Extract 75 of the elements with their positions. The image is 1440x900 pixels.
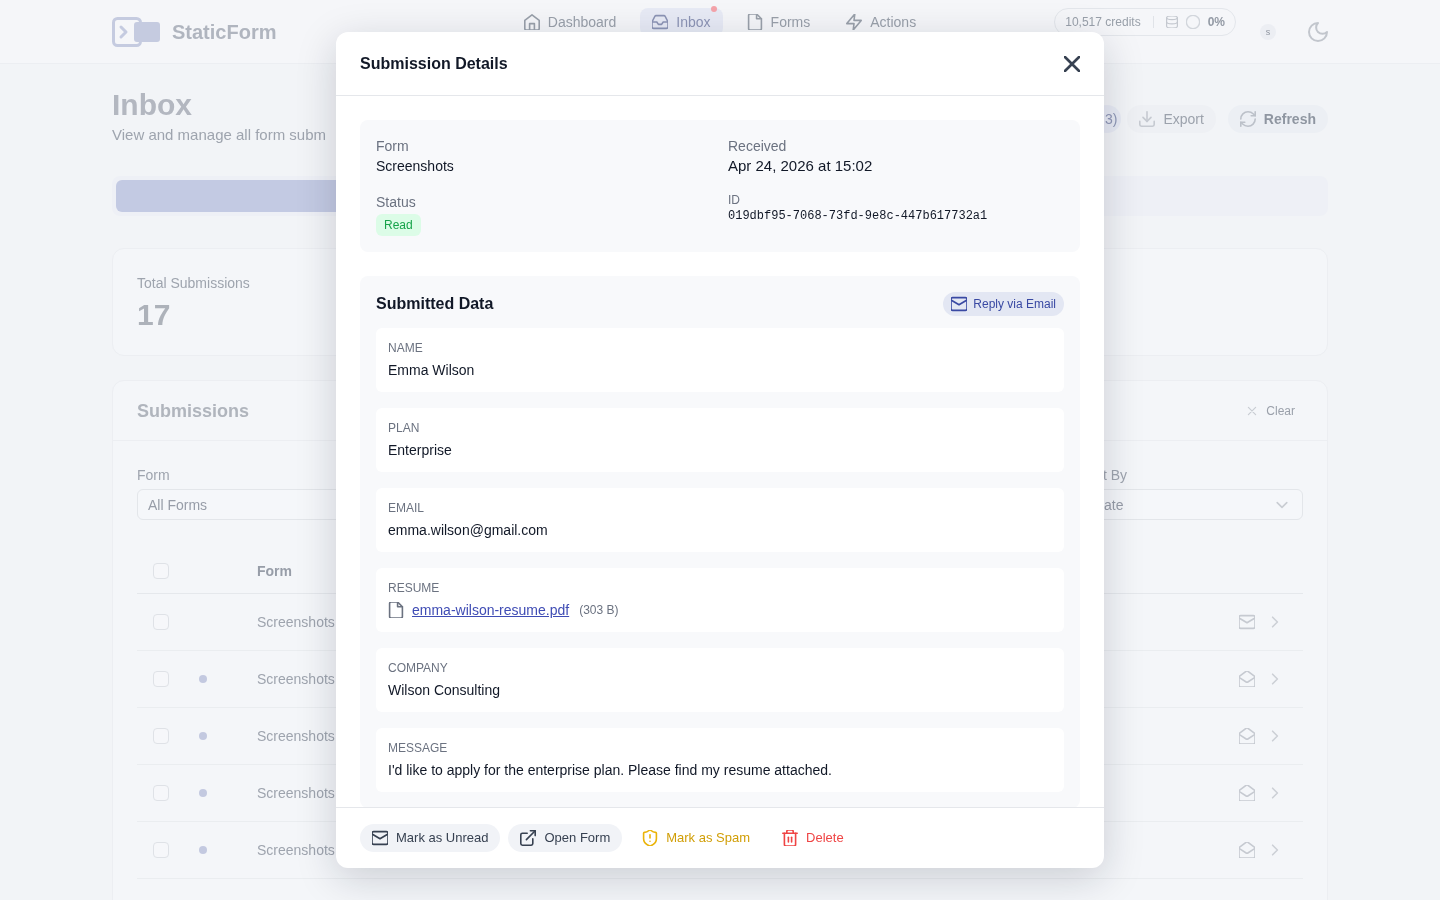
form-cell-text: Screenshots: [257, 670, 335, 689]
credits-count: 10,517 credits: [1065, 14, 1141, 30]
file-size: (303 B): [579, 602, 619, 618]
field-value: Wilson Consulting: [388, 681, 501, 700]
envelope-icon[interactable]: [1239, 614, 1255, 630]
nav-tab[interactable]: Dashboard: [511, 8, 629, 36]
user-avatar[interactable]: s: [1260, 24, 1276, 40]
form-cell-text: Screenshots: [257, 613, 335, 632]
close-icon: [1246, 404, 1259, 417]
detail-label: Form: [376, 137, 409, 156]
inbox-icon: [652, 14, 669, 30]
select-value: All Forms: [148, 495, 208, 515]
card-title: Submissions: [137, 399, 250, 423]
download-icon: [1139, 111, 1156, 127]
lightning-icon: [846, 14, 863, 30]
stat-value: 17: [137, 297, 171, 333]
export-button[interactable]: Export: [1127, 105, 1216, 133]
close-icon: [1064, 55, 1080, 72]
column-header: Form: [257, 561, 292, 581]
page-subtitle: View and manage all form subm: [112, 125, 326, 145]
form-cell-text: Screenshots: [257, 784, 335, 803]
reply-button[interactable]: Reply via Email: [943, 292, 1064, 316]
detail-value: Apr 24, 2026 at 15:02: [728, 156, 873, 176]
nav-tab[interactable]: Actions: [834, 8, 929, 36]
form-cell-text: Screenshots: [257, 841, 335, 860]
detail-label: Status: [376, 193, 416, 212]
file-icon: [388, 602, 404, 618]
refresh-icon: [1239, 111, 1256, 127]
section-title: Submitted Data: [376, 294, 494, 314]
field-label: COMPANY: [388, 660, 448, 676]
database-icon: [1165, 16, 1178, 28]
nav-tab[interactable]: Forms: [734, 8, 823, 36]
stat-label: Total Submissions: [137, 274, 250, 293]
open-envelope-icon[interactable]: [1239, 785, 1255, 801]
brand-name: StaticForm: [172, 20, 277, 45]
trash-icon: [782, 830, 799, 846]
filter-label: Form: [137, 466, 170, 485]
field-label: NAME: [388, 340, 423, 356]
detail-value: Screenshots: [376, 157, 454, 176]
open-form-button[interactable]: Open Form: [508, 824, 623, 852]
usage-percent: 0%: [1207, 14, 1225, 30]
modal-title: Submission Details: [360, 53, 508, 74]
field-label: RESUME: [388, 580, 440, 596]
shield-alert-icon: [642, 830, 659, 846]
submission-id: 019dbf95-7068-73fd-9e8c-447b617732a1: [728, 208, 988, 224]
file-link[interactable]: emma-wilson-resume.pdf: [412, 600, 570, 620]
file-icon: [746, 14, 763, 30]
select-value: ate: [1104, 495, 1124, 515]
envelope-icon: [951, 296, 968, 312]
clear-button[interactable]: Clear: [1246, 402, 1295, 419]
status-badge: Read: [376, 214, 421, 236]
field-value: emma.wilson@gmail.com: [388, 521, 548, 540]
detail-label: Received: [728, 137, 787, 156]
refresh-button[interactable]: Refresh: [1227, 105, 1328, 133]
delete-button[interactable]: Delete: [770, 824, 856, 852]
detail-label: ID: [728, 192, 740, 208]
page-title: Inbox: [112, 87, 192, 123]
ring-icon: [1185, 15, 1200, 29]
field-value: Emma Wilson: [388, 361, 475, 380]
field-label: PLAN: [388, 420, 420, 436]
mark-spam-button[interactable]: Mark as Spam: [630, 824, 763, 852]
logo-icon[interactable]: [112, 17, 160, 47]
open-envelope-icon[interactable]: [1239, 671, 1255, 687]
credits-pill[interactable]: 10,517 credits 0%: [1054, 8, 1236, 36]
house-icon: [523, 14, 540, 30]
moon-icon[interactable]: [1308, 22, 1328, 42]
envelope-icon: [372, 830, 388, 846]
form-cell-text: Screenshots: [257, 727, 335, 746]
open-envelope-icon[interactable]: [1239, 842, 1255, 858]
open-envelope-icon[interactable]: [1239, 728, 1255, 744]
field-label: MESSAGE: [388, 740, 448, 756]
field-value: Enterprise: [388, 441, 452, 460]
field-value: I'd like to apply for the enterprise plan. Please find my resume attached.: [388, 761, 832, 780]
mark-unread-button[interactable]: Mark as Unread: [360, 824, 501, 852]
external-link-icon: [520, 830, 537, 846]
